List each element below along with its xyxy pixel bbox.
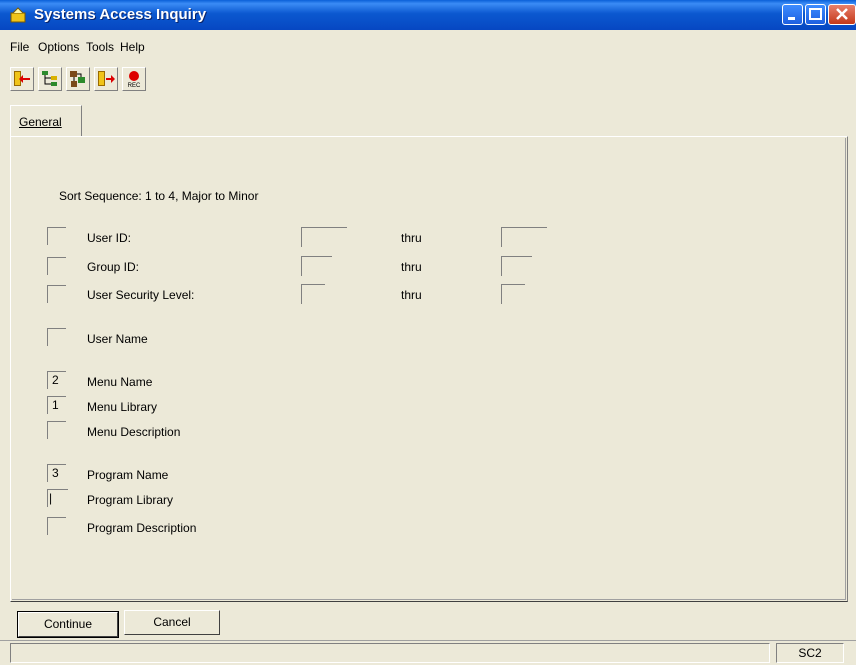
tree-icon — [42, 71, 57, 86]
tree-button[interactable] — [38, 67, 62, 91]
user-id-from[interactable] — [301, 227, 347, 247]
record-icon: REC — [128, 71, 141, 89]
group-id-thru: thru — [401, 260, 422, 274]
user-name-seq[interactable] — [47, 328, 66, 346]
window-title: Systems Access Inquiry — [34, 6, 207, 23]
user-name-label: User Name — [87, 332, 148, 346]
security-level-label: User Security Level: — [87, 288, 195, 302]
menu-library-label: Menu Library — [87, 400, 158, 414]
exit-right-icon — [98, 71, 115, 86]
maximize-icon — [809, 8, 822, 20]
record-button[interactable]: REC — [122, 67, 146, 91]
menu-help[interactable]: Help — [120, 40, 145, 54]
program-library-seq[interactable]: | — [47, 489, 68, 507]
menu-name-seq[interactable]: 2 — [47, 371, 66, 389]
app-icon — [10, 7, 26, 23]
user-id-seq[interactable] — [47, 227, 66, 245]
status-code: SC2 — [776, 643, 844, 663]
status-message — [10, 643, 770, 663]
status-bar: SC2 — [0, 640, 856, 665]
menu-description-seq[interactable] — [47, 421, 66, 439]
close-button[interactable] — [828, 4, 856, 25]
menu-file[interactable]: File — [10, 40, 29, 54]
group-id-to[interactable] — [501, 256, 532, 276]
user-id-label: User ID: — [87, 231, 132, 245]
tab-general-label: General — [19, 115, 62, 129]
security-level-from[interactable] — [301, 284, 325, 304]
menu-description-label: Menu Description — [87, 425, 181, 439]
maximize-button[interactable] — [805, 4, 826, 25]
title-bar: Systems Access Inquiry — [0, 0, 856, 30]
exit-left-button[interactable] — [10, 67, 34, 91]
close-icon — [836, 8, 848, 20]
program-description-seq[interactable] — [47, 517, 66, 535]
menu-tools[interactable]: Tools — [86, 40, 114, 54]
cancel-button[interactable]: Cancel — [124, 610, 220, 635]
security-level-seq[interactable] — [47, 285, 66, 303]
network-icon — [70, 71, 85, 87]
menu-library-seq[interactable]: 1 — [47, 396, 66, 414]
group-id-seq[interactable] — [47, 257, 66, 275]
exit-left-icon — [14, 71, 30, 86]
sort-sequence-label: Sort Sequence: 1 to 4, Major to Minor — [59, 189, 259, 203]
program-name-label: Program Name — [87, 468, 169, 482]
security-level-thru: thru — [401, 288, 422, 302]
minimize-button[interactable] — [782, 4, 803, 25]
record-label: REC — [128, 83, 141, 89]
user-id-to[interactable] — [501, 227, 547, 247]
minimize-icon — [788, 17, 795, 20]
network-button[interactable] — [66, 67, 90, 91]
general-panel: Sort Sequence: 1 to 4, Major to Minor Us… — [10, 136, 848, 602]
tab-general[interactable]: General — [10, 105, 82, 137]
group-id-label: Group ID: — [87, 260, 140, 274]
program-library-label: Program Library — [87, 493, 174, 507]
security-level-to[interactable] — [501, 284, 525, 304]
program-name-seq[interactable]: 3 — [47, 464, 66, 482]
menu-options[interactable]: Options — [38, 40, 79, 54]
group-id-from[interactable] — [301, 256, 332, 276]
continue-button[interactable]: Continue — [17, 611, 119, 638]
program-description-label: Program Description — [87, 521, 197, 535]
menu-name-label: Menu Name — [87, 375, 153, 389]
exit-right-button[interactable] — [94, 67, 118, 91]
user-id-thru: thru — [401, 231, 422, 245]
